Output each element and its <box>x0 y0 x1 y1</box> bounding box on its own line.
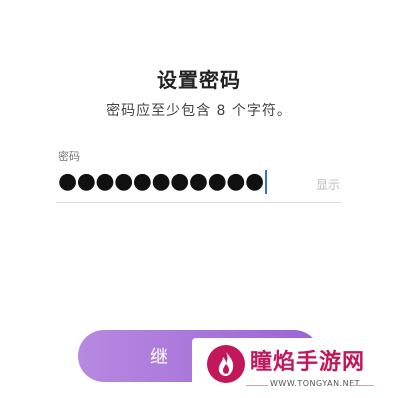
site-watermark: 瞳焰手游网 WWW.TONGYAN.NET <box>192 338 398 398</box>
page-title: 设置密码 <box>157 68 241 92</box>
show-password-toggle[interactable]: 显示 <box>316 176 340 193</box>
password-requirement-text: 密码应至少包含 8 个字符。 <box>106 103 292 119</box>
watermark-divider-left <box>246 385 268 386</box>
masked-password: ●●●●●●●●●●● <box>58 169 264 194</box>
watermark-url: WWW.TONGYAN.NET <box>270 379 361 388</box>
password-field-label: 密码 <box>58 150 80 163</box>
password-field[interactable]: ●●●●●●●●●●● 显示 <box>56 166 342 203</box>
watermark-title: 瞳焰手游网 <box>250 350 366 375</box>
watermark-divider-right <box>352 385 374 386</box>
set-password-screen: 设置密码 密码应至少包含 8 个字符。 密码 ●●●●●●●●●●● 显示 继 … <box>0 0 398 398</box>
flame-logo-icon <box>207 345 245 383</box>
password-input-value[interactable]: ●●●●●●●●●●● <box>58 168 267 196</box>
text-caret <box>264 170 267 194</box>
